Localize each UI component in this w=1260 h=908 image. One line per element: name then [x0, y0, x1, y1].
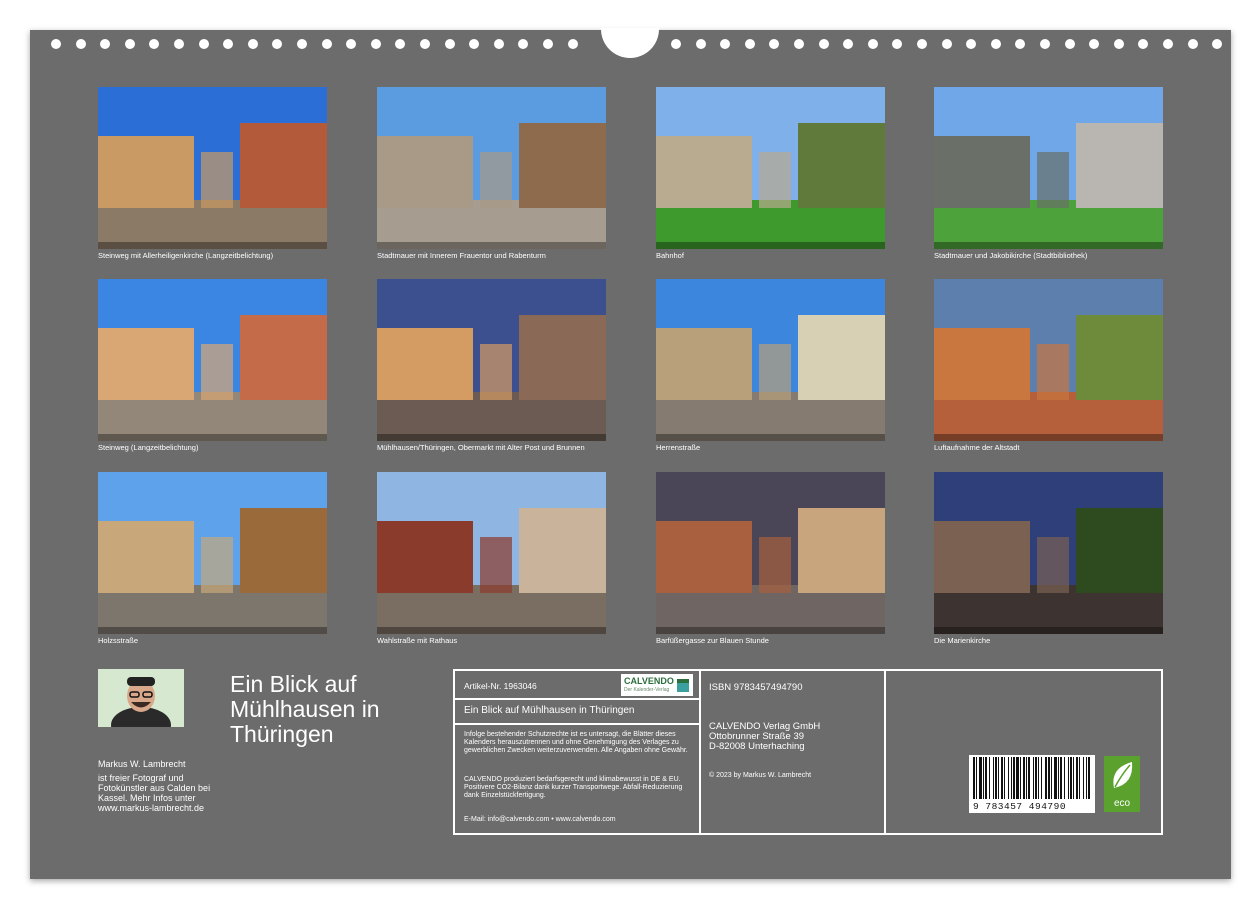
info-box: Artikel-Nr. 1963046 CALVENDO Der Kalende… — [453, 669, 1163, 835]
calendar-photo — [934, 279, 1163, 441]
calendar-photo — [377, 279, 606, 441]
logo-subtext: Der Kalender-Verlag — [624, 687, 670, 693]
binding-hole — [671, 39, 681, 49]
leaf-icon — [1113, 762, 1133, 788]
author-bio: ist freier Fotograf und Fotokünstler aus… — [98, 773, 211, 813]
binding-hole — [444, 39, 455, 49]
binding-hole — [51, 39, 61, 49]
binding-hole — [469, 39, 480, 49]
eco-badge: eco — [1104, 756, 1140, 812]
binding-hole — [370, 39, 381, 49]
binding-hole — [1163, 39, 1173, 49]
binding-hole — [917, 39, 927, 49]
binding-hole — [174, 39, 184, 49]
copyright: © 2023 by Markus W. Lambrecht — [709, 772, 812, 779]
calendar-photo — [377, 87, 606, 249]
photo-caption: Herrenstraße — [656, 443, 701, 452]
binding-hole — [818, 39, 829, 49]
calendar-photo — [656, 279, 885, 441]
calendar-title: Ein Blick auf Mühlhausen in Thüringen — [230, 671, 380, 747]
photo-caption: Holzsstraße — [98, 636, 139, 645]
photo-caption: Steinweg mit Allerheiligenkirche (Langze… — [98, 251, 274, 260]
binding-hole — [744, 39, 755, 49]
calendar-back-sheet: Steinweg mit Allerheiligenkirche (Langze… — [30, 28, 1231, 879]
publisher-city: D-82008 Unterhaching — [709, 741, 805, 752]
calendar-photo — [934, 472, 1163, 634]
binding-hole — [543, 39, 553, 49]
binding-hole — [1113, 39, 1124, 49]
calendar-photo — [98, 279, 327, 441]
binding-hole — [420, 39, 430, 49]
binding-hole — [297, 39, 307, 49]
binding-hole — [695, 39, 706, 49]
barcode-number: 9 783457 494790 — [973, 801, 1067, 812]
binding-hole — [769, 39, 780, 49]
calendar-icon — [677, 679, 689, 692]
photo-caption: Bahnhof — [656, 251, 684, 260]
photo-caption: Steinweg (Langzeitbelichtung) — [98, 443, 199, 452]
author-portrait — [98, 669, 184, 727]
binding-hole — [720, 39, 731, 49]
climate-notice: CALVENDO produziert bedarfsgerecht und k… — [464, 776, 683, 799]
binding-hole — [346, 39, 357, 49]
legal-notice: Infolge bestehender Schutzrechte ist es … — [464, 731, 688, 754]
binding-hole — [1138, 39, 1149, 49]
binding-hole — [247, 39, 258, 49]
isbn: ISBN 9783457494790 — [709, 682, 803, 693]
binding-hole — [1187, 39, 1198, 49]
photo-caption: Stadtmauer mit Innerem Frauentor und Rab… — [377, 251, 546, 260]
product-title: Ein Blick auf Mühlhausen in Thüringen — [464, 705, 635, 716]
binding-hole — [1040, 39, 1050, 49]
logo-text: CALVENDO — [624, 676, 674, 686]
binding-hole — [966, 39, 977, 49]
calendar-photo — [98, 472, 327, 634]
binding-hole — [198, 39, 209, 49]
binding-hole — [518, 39, 529, 49]
binding-hole — [892, 39, 903, 49]
binding-hole — [1015, 39, 1026, 49]
calendar-photo — [377, 472, 606, 634]
eco-label: eco — [1113, 798, 1131, 809]
binding-hole — [149, 39, 160, 49]
calendar-photo — [656, 87, 885, 249]
binding-hole — [75, 39, 86, 49]
photo-caption: Mühlhausen/Thüringen, Obermarkt mit Alte… — [377, 443, 585, 452]
binding-hole — [567, 39, 578, 49]
binding-hole — [395, 39, 406, 49]
article-number: Artikel-Nr. 1963046 — [464, 681, 537, 691]
photo-caption: Luftaufnahme der Altstadt — [934, 443, 1020, 452]
author-name: Markus W. Lambrecht — [98, 759, 186, 769]
photo-caption: Wahlstraße mit Rathaus — [377, 636, 458, 645]
divider — [455, 698, 699, 700]
binding-hole — [1064, 39, 1075, 49]
binding-hole — [1089, 39, 1100, 49]
binding-hole — [321, 39, 332, 49]
binding-hole — [493, 39, 504, 49]
calendar-photo — [98, 87, 327, 249]
binding-hole — [223, 39, 234, 49]
barcode: 9 783457 494790 — [969, 755, 1095, 813]
binding-hole — [1212, 39, 1223, 49]
divider — [699, 671, 701, 833]
divider — [455, 723, 699, 725]
photo-caption: Stadtmauer und Jakobikirche (Stadtbiblio… — [934, 251, 1088, 260]
binding-hole — [941, 39, 952, 49]
binding-hole — [867, 39, 878, 49]
contact-line: E-Mail: info@calvendo.com • www.calvendo… — [464, 816, 616, 823]
divider — [884, 671, 886, 833]
binding-hole — [272, 39, 283, 49]
binding-hole — [100, 39, 111, 49]
photo-caption: Barfüßergasse zur Blauen Stunde — [656, 636, 769, 645]
photo-caption: Die Marienkirche — [934, 636, 991, 645]
binding-hole — [124, 39, 135, 49]
binding-hole — [794, 39, 804, 49]
calvendo-logo: CALVENDO Der Kalender-Verlag — [621, 674, 693, 696]
binding-hole — [990, 39, 1001, 49]
calendar-photo — [656, 472, 885, 634]
calendar-photo — [934, 87, 1163, 249]
binding-hole — [843, 39, 854, 49]
